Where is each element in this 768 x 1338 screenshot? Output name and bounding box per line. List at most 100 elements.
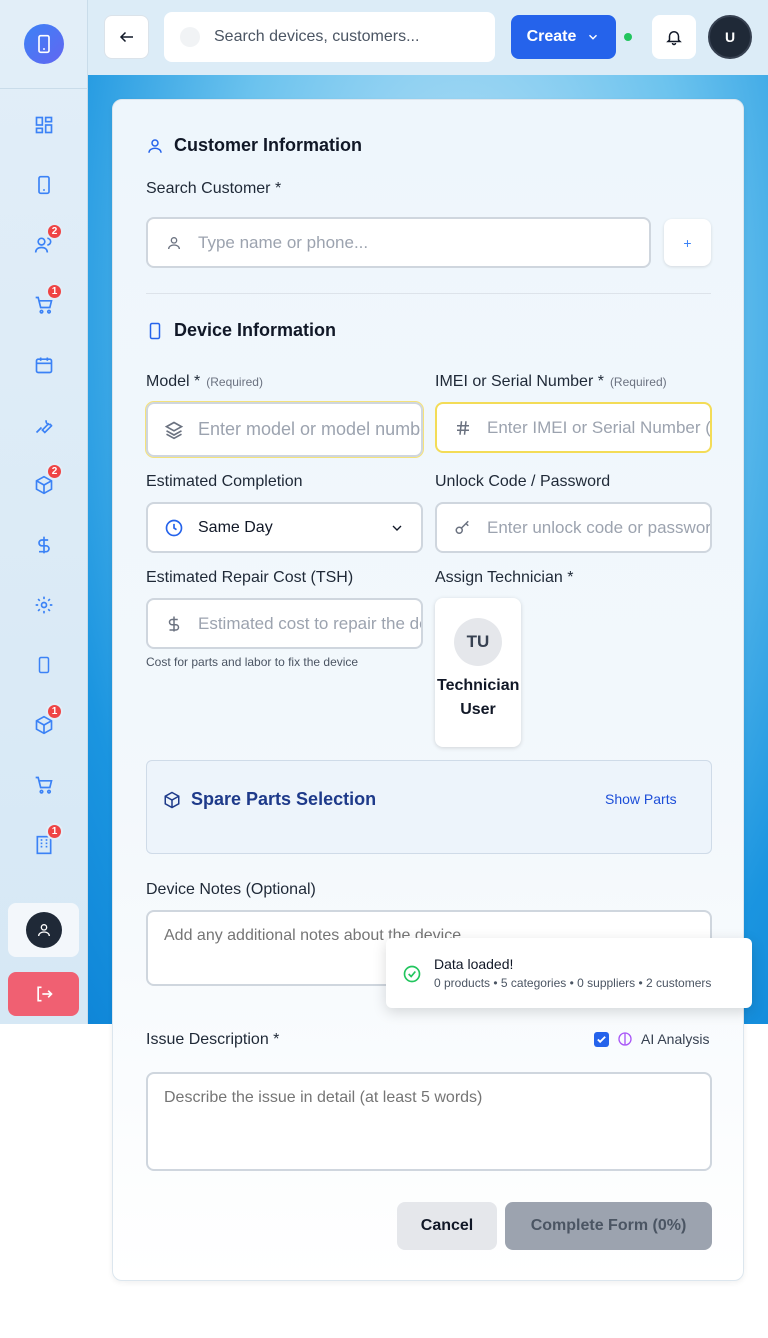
sidebar-user-button[interactable] bbox=[8, 903, 79, 957]
complete-form-button[interactable]: Complete Form (0%) bbox=[505, 1202, 712, 1250]
customer-search-field bbox=[146, 217, 651, 268]
gear-icon bbox=[35, 596, 53, 614]
imei-field bbox=[435, 402, 712, 453]
hash-icon bbox=[453, 418, 473, 438]
model-label: Model * (Required) bbox=[146, 373, 263, 390]
notification-badge: 2 bbox=[46, 223, 63, 240]
technician-label: Assign Technician * bbox=[435, 569, 574, 586]
wrench-icon bbox=[35, 420, 53, 434]
issue-textarea[interactable] bbox=[146, 1072, 712, 1171]
ai-analysis-label: AI Analysis bbox=[641, 1031, 710, 1047]
toast-title: Data loaded! bbox=[434, 956, 514, 972]
add-customer-button[interactable]: + bbox=[664, 219, 711, 266]
model-input[interactable] bbox=[198, 419, 421, 440]
sidebar-item-settings[interactable] bbox=[24, 585, 64, 625]
arrow-left-icon bbox=[119, 31, 133, 43]
search-input[interactable] bbox=[214, 28, 484, 46]
notification-badge: 1 bbox=[46, 283, 63, 300]
app-logo[interactable] bbox=[23, 24, 64, 64]
spare-parts-title: Spare Parts Selection bbox=[163, 789, 376, 810]
create-button-label: Create bbox=[526, 28, 577, 45]
completion-value: Same Day bbox=[198, 518, 273, 536]
cost-input[interactable] bbox=[198, 613, 421, 634]
layers-icon bbox=[164, 420, 184, 440]
search-icon bbox=[180, 27, 200, 47]
unlock-label: Unlock Code / Password bbox=[435, 473, 611, 490]
logout-icon bbox=[36, 986, 53, 1002]
completion-label: Estimated Completion bbox=[146, 473, 303, 490]
check-circle-icon bbox=[403, 965, 421, 983]
online-status-dot bbox=[624, 33, 632, 41]
completion-select[interactable]: Same Day bbox=[146, 502, 423, 553]
technician-name: Technician User bbox=[437, 677, 520, 718]
ai-analysis-checkbox[interactable] bbox=[594, 1031, 609, 1047]
ai-analysis-toggle: AI Analysis bbox=[594, 1031, 709, 1047]
sidebar-item-sales[interactable]: 1 bbox=[24, 283, 64, 325]
global-search bbox=[164, 12, 495, 62]
sidebar-item-devices-2[interactable] bbox=[24, 645, 64, 685]
cost-label: Estimated Repair Cost (TSH) bbox=[146, 569, 354, 586]
notification-badge: 2 bbox=[46, 463, 63, 480]
customer-section-title: Customer Information bbox=[146, 135, 362, 156]
calendar-icon bbox=[35, 357, 53, 374]
toast-notification: Data loaded! 0 products • 5 categories •… bbox=[386, 938, 752, 1008]
notification-badge: 1 bbox=[46, 703, 63, 720]
dollar-icon bbox=[38, 536, 50, 554]
sidebar-item-finance[interactable] bbox=[24, 525, 64, 565]
sidebar-item-inventory[interactable]: 2 bbox=[24, 463, 64, 505]
notes-label: Device Notes (Optional) bbox=[146, 881, 316, 898]
model-field bbox=[145, 401, 424, 458]
phone-icon bbox=[38, 175, 50, 195]
unlock-field bbox=[435, 502, 712, 553]
sidebar-item-pos[interactable] bbox=[24, 765, 64, 805]
device-section-title: Device Information bbox=[146, 320, 336, 341]
issue-label: Issue Description * bbox=[146, 1031, 280, 1048]
technician-avatar: TU bbox=[454, 618, 502, 666]
bell-icon bbox=[666, 31, 682, 46]
box-icon bbox=[164, 791, 180, 808]
user-icon bbox=[148, 138, 162, 153]
logout-button[interactable] bbox=[8, 972, 79, 1016]
technician-card[interactable]: TU Technician User bbox=[435, 598, 521, 747]
back-button[interactable] bbox=[104, 15, 149, 59]
spare-parts-panel: Spare Parts Selection Show Parts bbox=[146, 760, 712, 854]
section-divider bbox=[146, 293, 711, 294]
check-icon bbox=[597, 1035, 606, 1043]
search-customer-label: Search Customer * bbox=[146, 180, 282, 197]
unlock-input[interactable] bbox=[487, 517, 710, 538]
toast-detail: 0 products • 5 categories • 0 suppliers … bbox=[434, 976, 712, 990]
sidebar-item-customers[interactable]: 2 bbox=[24, 223, 64, 265]
user-icon bbox=[37, 924, 50, 937]
sidebar-header bbox=[0, 0, 87, 89]
sidebar: 2 1 2 1 1 bbox=[0, 0, 88, 1024]
notification-badge: 1 bbox=[46, 823, 63, 840]
imei-input[interactable] bbox=[487, 417, 710, 438]
sidebar-item-devices[interactable] bbox=[24, 165, 64, 205]
chevron-down-icon bbox=[589, 34, 598, 40]
phone-icon bbox=[37, 34, 50, 54]
user-avatar-button[interactable]: U bbox=[708, 15, 752, 59]
imei-label: IMEI or Serial Number * (Required) bbox=[435, 373, 667, 390]
sidebar-item-repairs[interactable] bbox=[24, 405, 64, 445]
dashboard-icon bbox=[35, 116, 53, 134]
sidebar-item-dashboard[interactable] bbox=[24, 105, 64, 145]
cancel-button[interactable]: Cancel bbox=[397, 1202, 497, 1250]
create-button[interactable]: Create bbox=[511, 15, 616, 59]
sidebar-item-inventory-2[interactable]: 1 bbox=[24, 703, 64, 745]
key-icon bbox=[453, 518, 473, 538]
avatar bbox=[25, 912, 62, 948]
sidebar-item-branches[interactable]: 1 bbox=[24, 823, 64, 865]
dollar-icon bbox=[164, 614, 184, 634]
sidebar-item-calendar[interactable] bbox=[24, 345, 64, 385]
clock-icon bbox=[164, 518, 184, 538]
phone-icon bbox=[38, 656, 50, 674]
cost-hint: Cost for parts and labor to fix the devi… bbox=[146, 655, 359, 669]
show-parts-button[interactable]: Show Parts bbox=[605, 791, 677, 807]
chevron-down-icon bbox=[392, 525, 402, 531]
repair-form-card: Customer Information Search Customer * +… bbox=[112, 99, 744, 1281]
customer-search-input[interactable] bbox=[198, 232, 649, 253]
phone-icon bbox=[149, 322, 161, 339]
user-icon bbox=[164, 233, 184, 253]
notifications-button[interactable] bbox=[652, 15, 696, 59]
cost-field bbox=[146, 598, 423, 649]
